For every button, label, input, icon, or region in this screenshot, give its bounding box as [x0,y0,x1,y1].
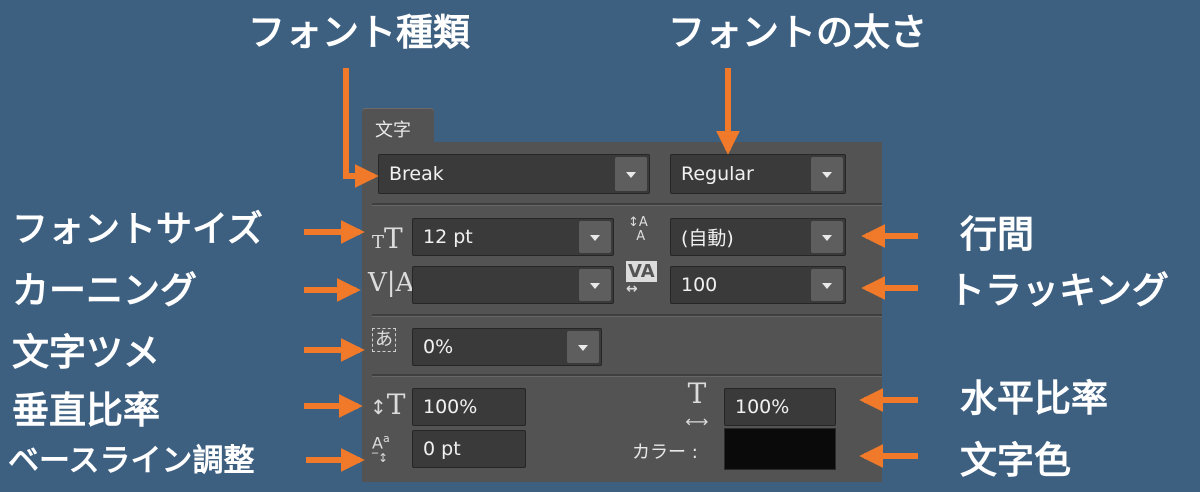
arrow-font-family [343,68,379,188]
annotation-arrows [304,68,918,472]
